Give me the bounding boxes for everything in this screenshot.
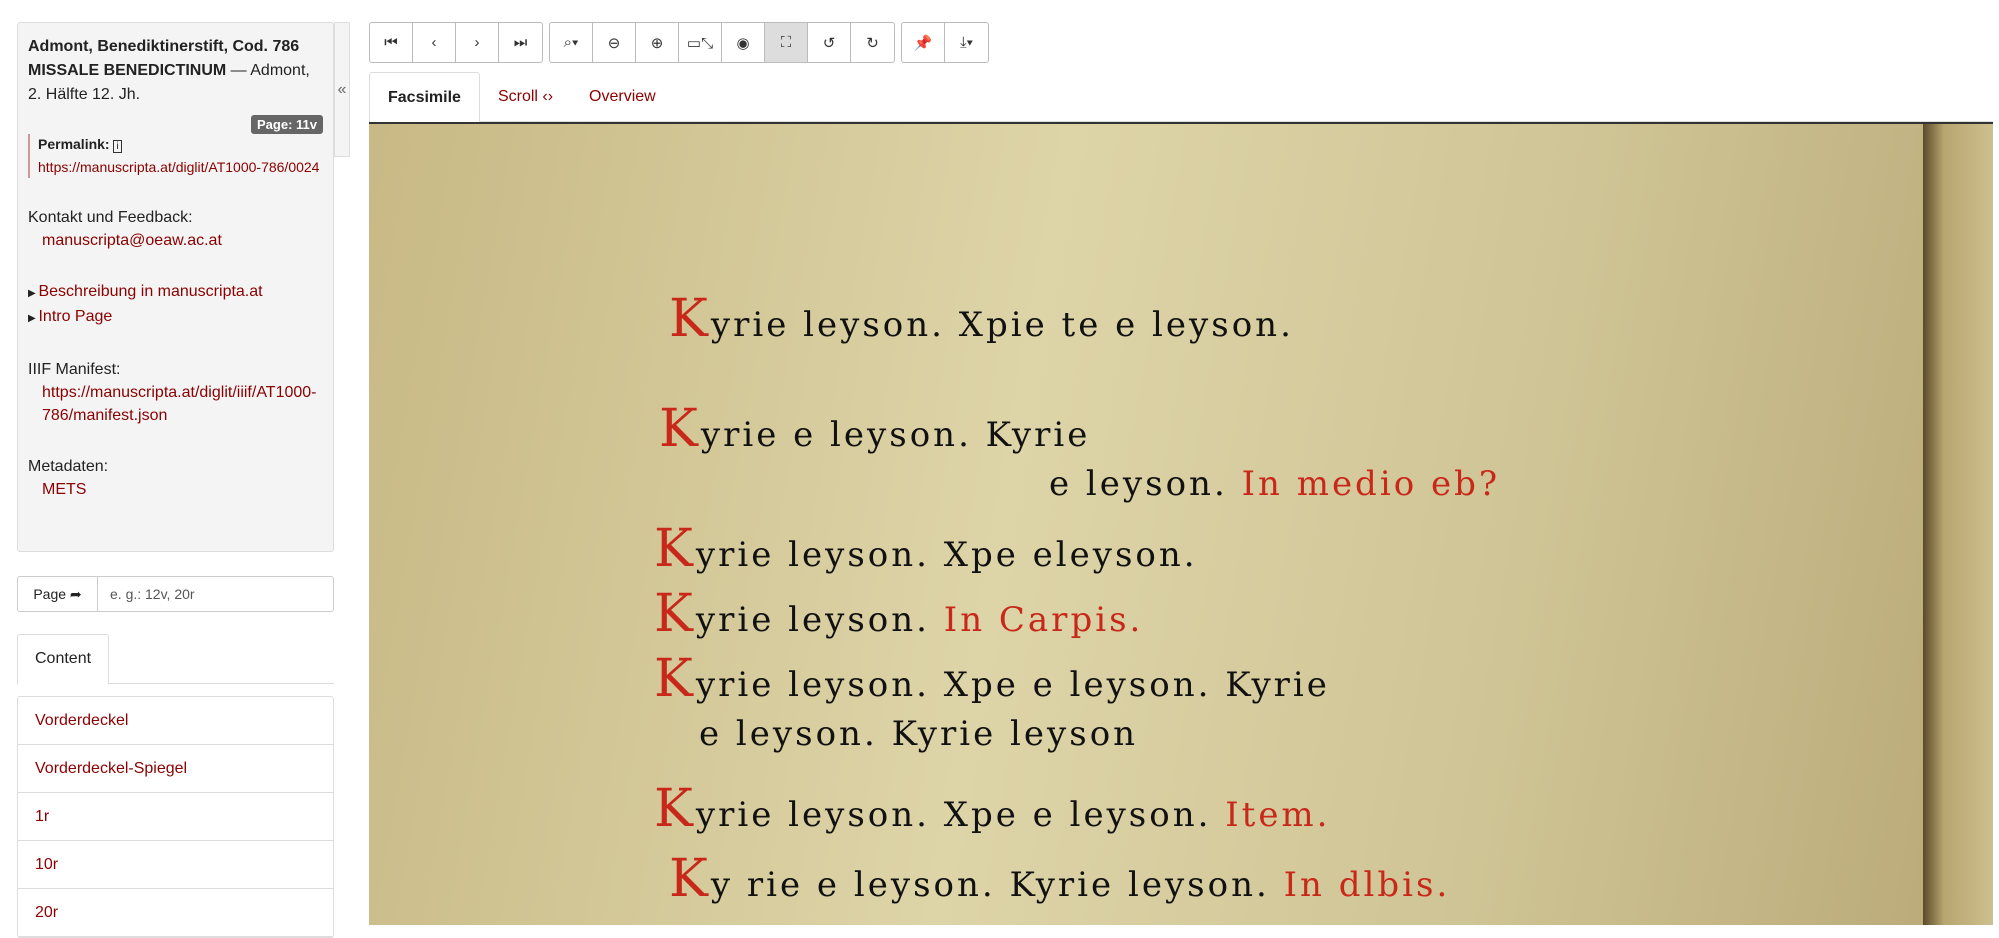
text-line: e leyson. Kyrie leyson <box>699 714 1139 754</box>
eye-icon[interactable]: ◉ <box>722 23 765 62</box>
list-item[interactable]: 20r <box>18 889 333 937</box>
prev-page-icon[interactable]: ‹ <box>413 23 456 62</box>
page-badge: Page: 11v <box>251 115 323 134</box>
iiif-link[interactable]: https://manuscripta.at/diglit/iiif/AT100… <box>42 384 317 424</box>
text-line: Kyrie leyson. Xpe e leyson. Item. <box>654 779 1331 839</box>
text-line: Ky rie e leyson. Kyrie leyson. In dlbis. <box>669 849 1451 909</box>
zoom-in-icon[interactable]: ⊕ <box>636 23 679 62</box>
description-link[interactable]: Beschreibung in manuscripta.at <box>38 283 262 300</box>
collapse-sidebar-button[interactable]: « <box>334 22 350 157</box>
zoom-menu-icon[interactable]: ⌕▾ <box>550 23 593 62</box>
manuscript-image[interactable]: Kyrie leyson. Xpie te e leyson. Kyrie e … <box>369 122 1993 925</box>
info-icon[interactable]: i <box>113 140 122 153</box>
tab-content[interactable]: Content <box>17 634 110 685</box>
intro-link[interactable]: Intro Page <box>38 308 112 325</box>
iiif-label: IIIF Manifest: <box>28 361 121 378</box>
info-panel: Admont, Benediktinerstift, Cod. 786 MISS… <box>17 22 334 552</box>
text-line: Kyrie leyson. Xpie te e leyson. <box>669 289 1294 349</box>
content-list: Vorderdeckel Vorderdeckel-Spiegel 1r 10r… <box>17 696 334 938</box>
triangle-icon: ▶ <box>28 313 39 324</box>
download-icon[interactable]: ⤓▾ <box>945 23 988 62</box>
triangle-icon: ▶ <box>28 288 39 299</box>
rotate-left-icon[interactable]: ↺ <box>808 23 851 62</box>
toolbar: ⏮ ‹ › ⏭ ⌕▾ ⊖ ⊕ ▭⤡ ◉ ⛶ ↺ ↻ 📌 ⤓▾ <box>369 22 989 63</box>
list-item[interactable]: Vorderdeckel-Spiegel <box>18 745 333 793</box>
page-jump: Page ➦ e. g.: 12v, 20r <box>17 576 334 612</box>
text-line: Kyrie leyson. In Carpis. <box>654 584 1144 644</box>
page-jump-button[interactable]: Page ➦ <box>18 577 98 611</box>
permalink-block: Permalink: i https://manuscripta.at/digli… <box>28 134 323 178</box>
tab-scroll[interactable]: Scroll ‹› <box>480 72 571 121</box>
text-line: Kyrie leyson. Xpe eleyson. <box>654 519 1198 579</box>
page-edge <box>1923 124 1993 925</box>
content-tabs: Content <box>17 634 334 685</box>
meta-block: Metadaten: METS <box>28 455 323 501</box>
pin-icon[interactable]: 📌 <box>902 23 945 62</box>
list-item[interactable]: 1r <box>18 793 333 841</box>
iiif-block: IIIF Manifest: https://manuscripta.at/dig… <box>28 358 323 427</box>
tab-facsimile[interactable]: Facsimile <box>369 72 480 123</box>
first-page-icon[interactable]: ⏮ <box>370 23 413 62</box>
text-line: e leyson. In medio eb? <box>1049 464 1501 504</box>
text-line: Kyrie leyson. Xpe e leyson. Kyrie <box>654 649 1330 709</box>
view-tabs: Facsimile Scroll ‹› Overview <box>369 72 1993 123</box>
fit-icon[interactable]: ⛶ <box>765 23 808 62</box>
work-title: Admont, Benediktinerstift, Cod. 786 MISS… <box>28 35 323 107</box>
mets-link[interactable]: METS <box>42 481 86 498</box>
view-group: ⌕▾ ⊖ ⊕ ▭⤡ ◉ ⛶ ↺ ↻ <box>549 22 895 63</box>
last-page-icon[interactable]: ⏭ <box>499 23 542 62</box>
next-page-icon[interactable]: › <box>456 23 499 62</box>
page-jump-input[interactable]: e. g.: 12v, 20r <box>98 577 333 611</box>
text-line: Kyrie e leyson. Kyrie <box>659 399 1091 459</box>
nav-group: ⏮ ‹ › ⏭ <box>369 22 543 63</box>
contact-email[interactable]: manuscripta@oeaw.ac.at <box>42 232 222 249</box>
zoom-out-icon[interactable]: ⊖ <box>593 23 636 62</box>
fullscreen-icon[interactable]: ▭⤡ <box>679 23 722 62</box>
contact-label: Kontakt und Feedback: <box>28 209 193 226</box>
sidebar: Admont, Benediktinerstift, Cod. 786 MISS… <box>17 22 334 938</box>
list-item[interactable]: 10r <box>18 841 333 889</box>
list-item[interactable]: Vorderdeckel <box>18 697 333 745</box>
permalink-link[interactable]: https://manuscripta.at/diglit/AT1000-786… <box>38 159 319 175</box>
meta-label: Metadaten: <box>28 458 109 475</box>
contact-block: Kontakt und Feedback: manuscripta@oeaw.ac… <box>28 206 323 252</box>
rotate-right-icon[interactable]: ↻ <box>851 23 894 62</box>
permalink-label: Permalink: <box>38 136 110 152</box>
tab-overview[interactable]: Overview <box>571 72 674 121</box>
links-block: ▶ Beschreibung in manuscripta.at ▶ Intro … <box>28 280 323 330</box>
tools-group: 📌 ⤓▾ <box>901 22 989 63</box>
